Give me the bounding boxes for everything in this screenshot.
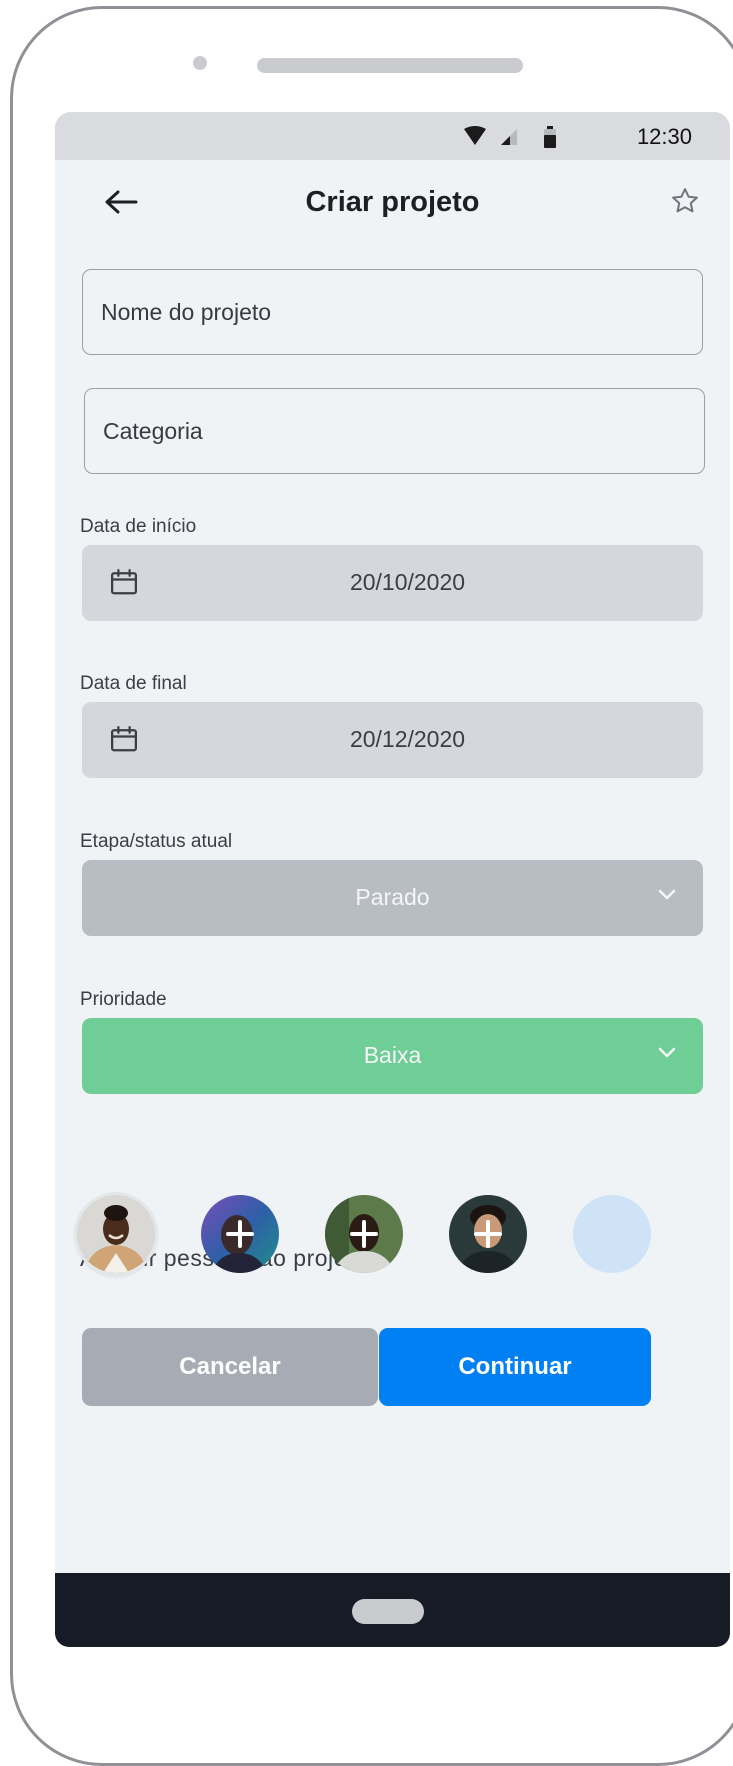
priority-select[interactable]: Baixa <box>82 1018 703 1094</box>
page-title: Criar projeto <box>305 186 480 218</box>
chevron-down-icon <box>658 1047 676 1058</box>
cancel-button[interactable]: Cancelar <box>82 1328 378 1406</box>
phone-frame: 12:30 Criar projeto Data de início <box>10 6 733 1766</box>
priority-label: Prioridade <box>80 989 167 1010</box>
continue-button[interactable]: Continuar <box>379 1328 651 1406</box>
status-label: Etapa/status atual <box>80 831 233 852</box>
avatar-placeholder[interactable] <box>573 1195 651 1273</box>
plus-icon <box>226 1220 254 1248</box>
clock: 12:30 <box>636 124 692 149</box>
end-date-label: Data de final <box>80 673 187 694</box>
project-name-input[interactable] <box>82 269 703 355</box>
system-nav-bar <box>55 1573 730 1647</box>
status-select[interactable]: Parado <box>82 860 703 936</box>
avatar-add-person-3[interactable] <box>449 1195 527 1273</box>
priority-value: Baixa <box>363 1042 422 1068</box>
home-button[interactable] <box>352 1599 424 1624</box>
chevron-down-icon <box>658 889 676 900</box>
earpiece-speaker <box>257 58 523 73</box>
person-avatar-image <box>77 1195 155 1273</box>
start-date-picker[interactable]: 20/10/2020 <box>82 545 703 621</box>
end-date-picker[interactable]: 20/12/2020 <box>82 702 703 778</box>
plus-icon <box>350 1220 378 1248</box>
start-date-value: 20/10/2020 <box>349 569 466 595</box>
wifi-icon <box>464 126 486 145</box>
star-icon <box>672 188 698 213</box>
app-screen: 12:30 Criar projeto Data de início <box>55 112 730 1647</box>
front-camera <box>193 56 207 70</box>
favorite-button[interactable] <box>666 182 704 220</box>
avatar-assigned[interactable] <box>77 1195 155 1273</box>
signal-icon <box>501 129 517 145</box>
status-bar: 12:30 <box>55 112 730 160</box>
plus-icon <box>474 1220 502 1248</box>
app-bar: Criar projeto <box>55 160 730 248</box>
category-input[interactable] <box>84 388 705 474</box>
start-date-label: Data de início <box>80 516 197 537</box>
avatar-add-person-2[interactable] <box>325 1195 403 1273</box>
end-date-value: 20/12/2020 <box>349 726 466 752</box>
avatar-add-person-1[interactable] <box>201 1195 279 1273</box>
status-value: Parado <box>355 884 430 910</box>
battery-icon <box>544 126 556 148</box>
